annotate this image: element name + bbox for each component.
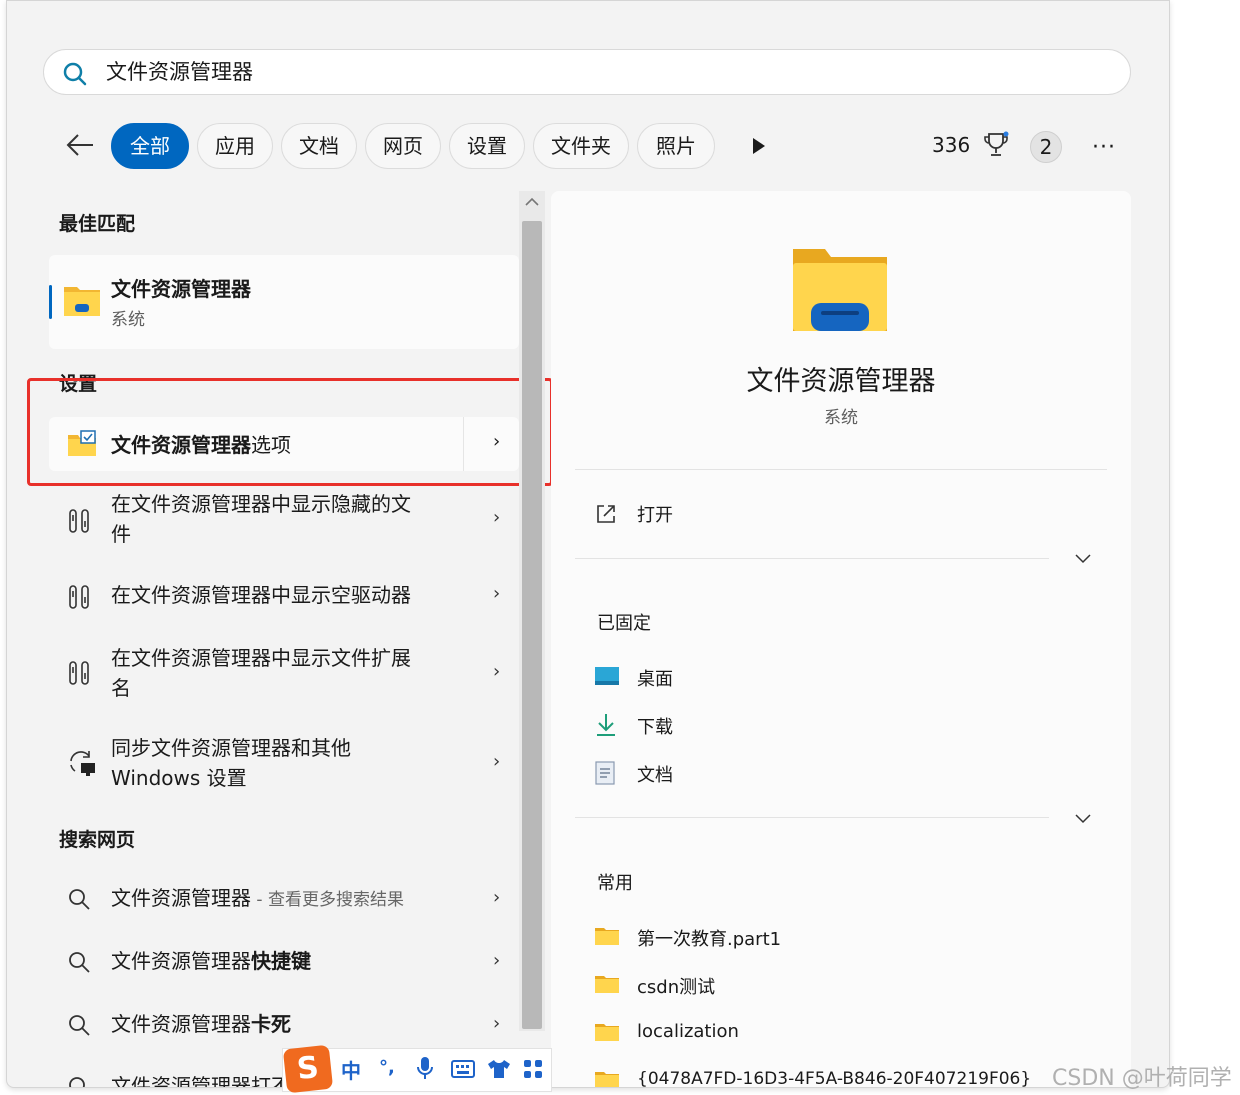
search-input[interactable]: 文件资源管理器 — [106, 50, 253, 94]
open-label: 打开 — [637, 505, 673, 526]
chevron-up-icon[interactable] — [525, 195, 539, 211]
selection-indicator — [49, 285, 52, 319]
scrollbar-thumb[interactable] — [522, 221, 542, 1029]
pinned-item-label: 文档 — [637, 765, 673, 786]
ime-punctuation-toggle[interactable]: °, — [379, 1057, 395, 1078]
recent-item-label: csdn测试 — [637, 977, 716, 998]
settings-tools-icon — [67, 659, 93, 691]
ime-toolbar: S 中 °, — [282, 1044, 552, 1094]
tab-photos[interactable]: 照片 — [637, 123, 715, 169]
best-match-type: 系统 — [111, 310, 145, 330]
keyboard-icon[interactable] — [451, 1060, 475, 1083]
folder-icon — [595, 1023, 619, 1045]
chevron-right-icon[interactable]: › — [493, 751, 500, 772]
rewards-points: 336 — [932, 133, 971, 157]
search-window: 文件资源管理器 全部 应用 文档 网页 设置 文件夹 照片 336 2 ··· … — [6, 0, 1170, 1088]
best-match-item[interactable]: 文件资源管理器 系统 — [49, 255, 519, 349]
chevron-right-icon[interactable]: › — [493, 661, 500, 682]
detail-type: 系统 — [824, 408, 858, 428]
sogou-logo-icon[interactable]: S — [282, 1044, 334, 1094]
section-search-web: 搜索网页 — [59, 829, 136, 851]
recent-label: 常用 — [597, 873, 633, 894]
microphone-icon[interactable] — [417, 1056, 433, 1085]
pinned-item-label: 桌面 — [637, 669, 673, 690]
detail-title: 文件资源管理器 — [746, 366, 936, 397]
file-explorer-large-icon — [791, 247, 889, 337]
sync-settings-icon — [67, 749, 97, 781]
detail-pane: 文件资源管理器 系统 打开 已固定 桌面 下载 文档 常用 第一次教育.part… — [551, 191, 1131, 1088]
recent-item-label: localization — [637, 1021, 739, 1042]
settings-item-label: 在文件资源管理器中显示隐藏的文件 — [111, 492, 411, 546]
search-icon — [67, 1075, 91, 1087]
settings-tools-icon — [67, 583, 93, 615]
tab-folders[interactable]: 文件夹 — [533, 123, 629, 169]
account-badge[interactable]: 2 — [1030, 131, 1062, 163]
web-search-label: 文件资源管理器快捷键 — [111, 949, 311, 973]
trophy-icon[interactable] — [983, 131, 1009, 163]
tab-apps[interactable]: 应用 — [197, 123, 273, 169]
recent-item-label: 第一次教育.part1 — [637, 929, 782, 950]
search-icon — [67, 887, 91, 915]
folder-icon — [595, 1071, 619, 1087]
back-arrow-icon[interactable] — [65, 131, 95, 163]
web-search-label: 文件资源管理器卡死 — [111, 1012, 291, 1036]
pinned-label: 已固定 — [597, 613, 651, 634]
settings-item-label: 同步文件资源管理器和其他 Windows 设置 — [111, 736, 351, 790]
search-icon — [67, 950, 91, 978]
chevron-right-icon[interactable]: › — [493, 950, 500, 971]
tab-settings[interactable]: 设置 — [449, 123, 525, 169]
chevron-down-icon[interactable] — [1075, 809, 1091, 828]
open-external-icon — [595, 503, 617, 529]
tab-all[interactable]: 全部 — [111, 123, 189, 169]
pinned-item-label: 下载 — [637, 717, 673, 738]
download-icon — [595, 713, 617, 741]
folder-icon — [595, 927, 619, 949]
settings-tools-icon — [67, 507, 93, 539]
best-match-name: 文件资源管理器 — [111, 277, 251, 301]
chevron-right-icon[interactable]: › — [493, 1013, 500, 1034]
desktop-icon — [595, 667, 619, 691]
settings-item-label: 在文件资源管理器中显示文件扩展名 — [111, 646, 411, 700]
recent-item-label: {0478A7FD-16D3-4F5A-B846-20F407219F06} — [637, 1069, 1032, 1088]
ime-language-toggle[interactable]: 中 — [341, 1055, 361, 1084]
settings-item-label: 在文件资源管理器中显示空驱动器 — [111, 583, 411, 607]
chevron-down-icon[interactable] — [1075, 549, 1091, 568]
skin-shirt-icon[interactable] — [487, 1059, 511, 1084]
search-box[interactable]: 文件资源管理器 — [43, 49, 1131, 95]
web-search-label: 文件资源管理器 - 查看更多搜索结果 — [111, 886, 404, 910]
search-icon — [62, 61, 88, 91]
toolbox-grid-icon[interactable] — [523, 1059, 543, 1084]
search-icon — [67, 1013, 91, 1041]
divider — [575, 817, 1049, 818]
chevron-right-icon[interactable]: › — [493, 887, 500, 908]
chevron-right-icon[interactable]: › — [493, 507, 500, 528]
web-search-label: 文件资源管理器打不 — [111, 1074, 291, 1088]
file-explorer-icon — [63, 283, 101, 321]
results-list: 最佳匹配 文件资源管理器 系统 设置 文件资源管理器选项 › 在文件资源管理器中… — [7, 191, 519, 1088]
more-tabs-play-icon[interactable] — [752, 137, 766, 159]
section-best-match: 最佳匹配 — [59, 213, 136, 235]
divider — [575, 558, 1049, 559]
highlight-box — [27, 378, 553, 486]
results-scrollbar[interactable] — [519, 191, 545, 1031]
folder-icon — [595, 975, 619, 997]
document-icon — [595, 761, 615, 789]
watermark: CSDN @叶荷同学 — [1052, 1066, 1232, 1091]
chevron-right-icon[interactable]: › — [493, 583, 500, 604]
tab-web[interactable]: 网页 — [365, 123, 441, 169]
divider — [575, 469, 1107, 470]
tab-documents[interactable]: 文档 — [281, 123, 357, 169]
more-options-icon[interactable]: ··· — [1092, 135, 1116, 160]
